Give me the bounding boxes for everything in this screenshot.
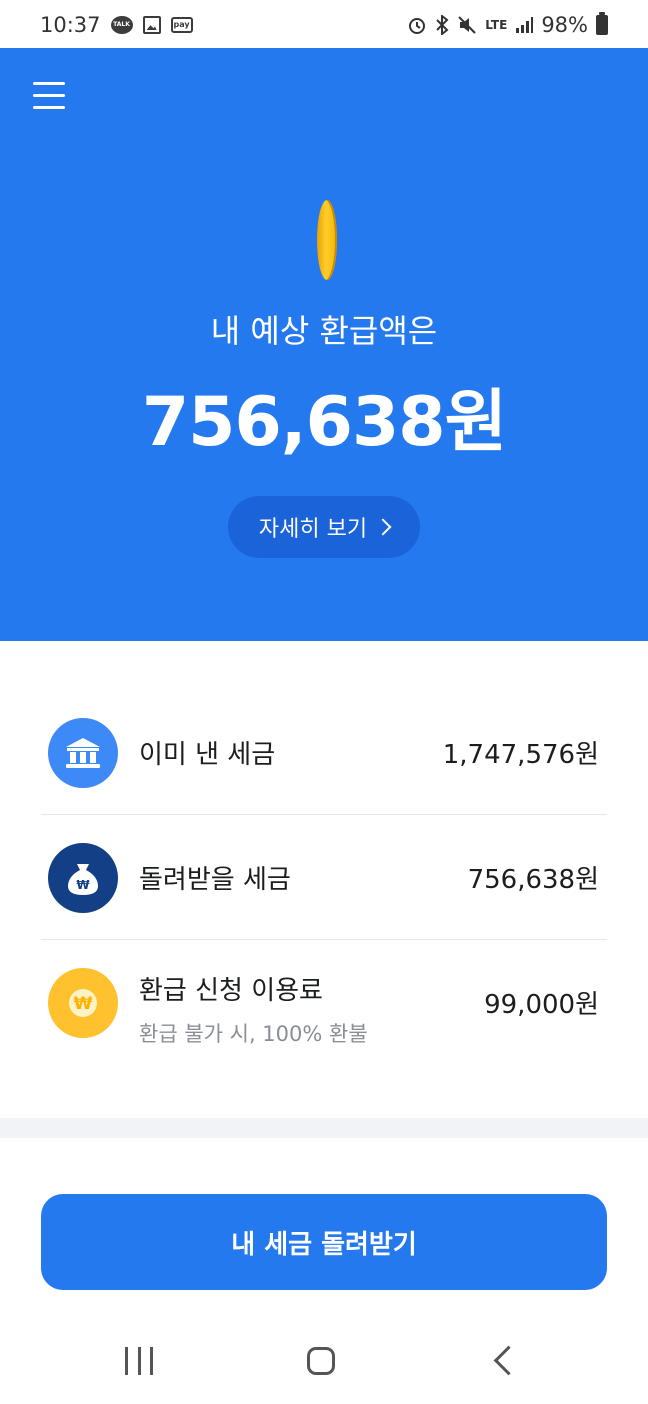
row-subtitle: 환급 불가 시, 100% 환불 bbox=[139, 1022, 368, 1046]
menu-icon-line bbox=[33, 82, 65, 85]
menu-button[interactable] bbox=[33, 82, 65, 110]
view-details-label: 자세히 보기 bbox=[258, 517, 368, 542]
recents-icon-bar bbox=[137, 1347, 141, 1375]
mute-icon bbox=[458, 16, 476, 34]
gold-coin-icon bbox=[317, 200, 337, 280]
kakaotalk-icon: TALK bbox=[110, 16, 133, 34]
money-bag-icon: ₩ bbox=[48, 843, 118, 913]
list-item-refund-tax: ₩ 돌려받을 세금 756,638원 bbox=[41, 815, 607, 940]
network-type: LTE bbox=[485, 18, 508, 32]
row-value: 99,000원 bbox=[484, 990, 599, 1020]
android-navigation-bar bbox=[0, 1320, 648, 1404]
row-title: 환급 신청 이용료 bbox=[139, 976, 323, 1006]
pay-icon: pay bbox=[170, 17, 193, 33]
back-button[interactable] bbox=[493, 1345, 524, 1376]
row-value: 756,638원 bbox=[467, 865, 599, 895]
image-icon bbox=[142, 16, 161, 34]
list-item-service-fee: ₩ 환급 신청 이용료 환급 불가 시, 100% 환불 99,000원 bbox=[41, 940, 607, 1064]
menu-icon-line bbox=[33, 94, 65, 97]
recents-icon-bar bbox=[125, 1347, 128, 1375]
signal-icon bbox=[516, 17, 534, 33]
row-value: 1,747,576원 bbox=[442, 740, 599, 770]
battery-percent: 98% bbox=[541, 13, 588, 37]
tax-breakdown-list: 이미 낸 세금 1,747,576원 ₩ 돌려받을 세금 756,638원 ₩ … bbox=[41, 690, 607, 1064]
view-details-button[interactable]: 자세히 보기 bbox=[228, 496, 420, 558]
svg-text:₩: ₩ bbox=[76, 878, 90, 892]
menu-icon-line bbox=[33, 106, 65, 109]
get-refund-button[interactable]: 내 세금 돌려받기 bbox=[41, 1194, 607, 1290]
won-coin-icon: ₩ bbox=[48, 968, 118, 1038]
refund-hero: 내 예상 환급액은 756,638원 자세히 보기 bbox=[0, 48, 648, 641]
bank-icon bbox=[48, 718, 118, 788]
battery-icon bbox=[596, 12, 608, 35]
svg-text:₩: ₩ bbox=[74, 994, 93, 1014]
recents-icon-bar bbox=[150, 1347, 153, 1375]
row-title: 이미 낸 세금 bbox=[139, 740, 276, 770]
recents-button[interactable] bbox=[125, 1347, 153, 1375]
bluetooth-icon bbox=[436, 15, 449, 35]
row-title: 돌려받을 세금 bbox=[139, 865, 291, 895]
alarm-icon bbox=[409, 18, 426, 34]
refund-amount: 756,638원 bbox=[141, 383, 507, 462]
clock: 10:37 bbox=[40, 13, 101, 37]
status-bar: 10:37 TALK pay LTE 98% bbox=[0, 0, 648, 48]
home-button[interactable] bbox=[307, 1347, 335, 1375]
list-item-paid-tax: 이미 낸 세금 1,747,576원 bbox=[41, 690, 607, 815]
chevron-right-icon bbox=[374, 518, 392, 536]
section-divider bbox=[0, 1118, 648, 1138]
refund-subtitle: 내 예상 환급액은 bbox=[210, 312, 438, 350]
